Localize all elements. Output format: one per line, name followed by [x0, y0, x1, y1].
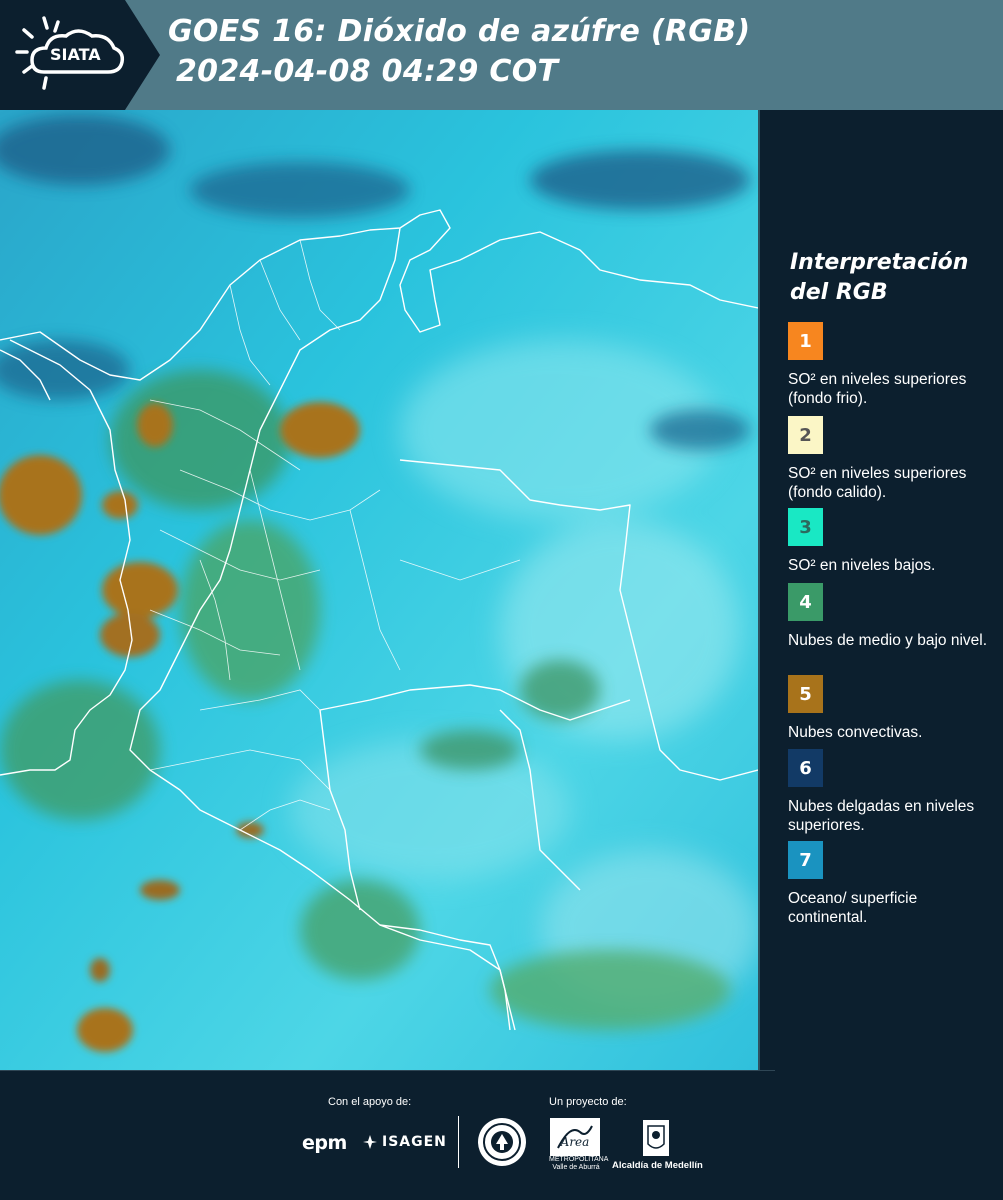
legend-label-2: SO² en niveles superiores (fondo calido)… — [788, 465, 967, 501]
medellin-crest-icon — [641, 1118, 671, 1158]
legend-label-6: Nubes delgadas en niveles superiores. — [788, 798, 975, 834]
legend-panel: Interpretación del RGB 1 SO² en niveles … — [760, 110, 1003, 1070]
legend-label-7: Oceano/ superficie continental. — [788, 890, 918, 926]
footer-divider — [458, 1116, 459, 1168]
legend-item-4: 4 Nubes de medio y bajo nivel. — [788, 583, 988, 650]
project-label: Un proyecto de: — [549, 1096, 627, 1108]
footer: Con el apoyo de: Un proyecto de: epm ISA… — [0, 1070, 1003, 1200]
isagen-logo-text: ISAGEN — [382, 1134, 447, 1150]
footer-rule — [0, 1070, 775, 1071]
area-caption: METROPOLITANA Valle de Aburrá — [549, 1156, 609, 1171]
legend-swatch-1: 1 — [788, 322, 823, 360]
siata-logo: SIATA — [0, 0, 160, 110]
legend-title: Interpretación del RGB — [790, 250, 969, 305]
page-timestamp: 2024-04-08 04:29 COT — [176, 54, 559, 89]
university-seal-icon — [478, 1118, 526, 1166]
alcaldia-label: Alcaldía de Medellín — [612, 1160, 703, 1171]
legend-item-1: 1 SO² en niveles superiores (fondo frio)… — [788, 322, 988, 408]
legend-swatch-2: 2 — [788, 416, 823, 454]
legend-item-5: 5 Nubes convectivas. — [788, 675, 988, 742]
header-bar: SIATA GOES 16: Dióxido de azúfre (RGB) 2… — [0, 0, 1003, 110]
isagen-logo: ISAGEN — [362, 1134, 447, 1150]
legend-item-7: 7 Oceano/ superficie continental. — [788, 841, 988, 927]
legend-label-1: SO² en niveles superiores (fondo frio). — [788, 371, 967, 407]
satellite-map[interactable] — [0, 110, 758, 1070]
legend-swatch-3: 3 — [788, 508, 823, 546]
legend-item-3: 3 SO² en niveles bajos. — [788, 508, 988, 575]
legend-swatch-6: 6 — [788, 749, 823, 787]
support-label: Con el apoyo de: — [328, 1096, 412, 1108]
legend-swatch-4: 4 — [788, 583, 823, 621]
legend-swatch-7: 7 — [788, 841, 823, 879]
legend-label-5: Nubes convectivas. — [788, 724, 923, 741]
legend-label-4: Nubes de medio y bajo nivel. — [788, 632, 988, 649]
legend-item-6: 6 Nubes delgadas en niveles superiores. — [788, 749, 988, 835]
legend-label-3: SO² en niveles bajos. — [788, 557, 936, 574]
epm-logo: epm — [302, 1132, 347, 1154]
siata-logo-text: SIATA — [50, 45, 101, 64]
legend-item-2: 2 SO² en niveles superiores (fondo calid… — [788, 416, 988, 502]
isagen-icon — [363, 1135, 377, 1149]
page-title: GOES 16: Dióxido de azúfre (RGB) — [168, 14, 751, 49]
area-logo-text: Área — [560, 1134, 590, 1149]
legend-swatch-5: 5 — [788, 675, 823, 713]
